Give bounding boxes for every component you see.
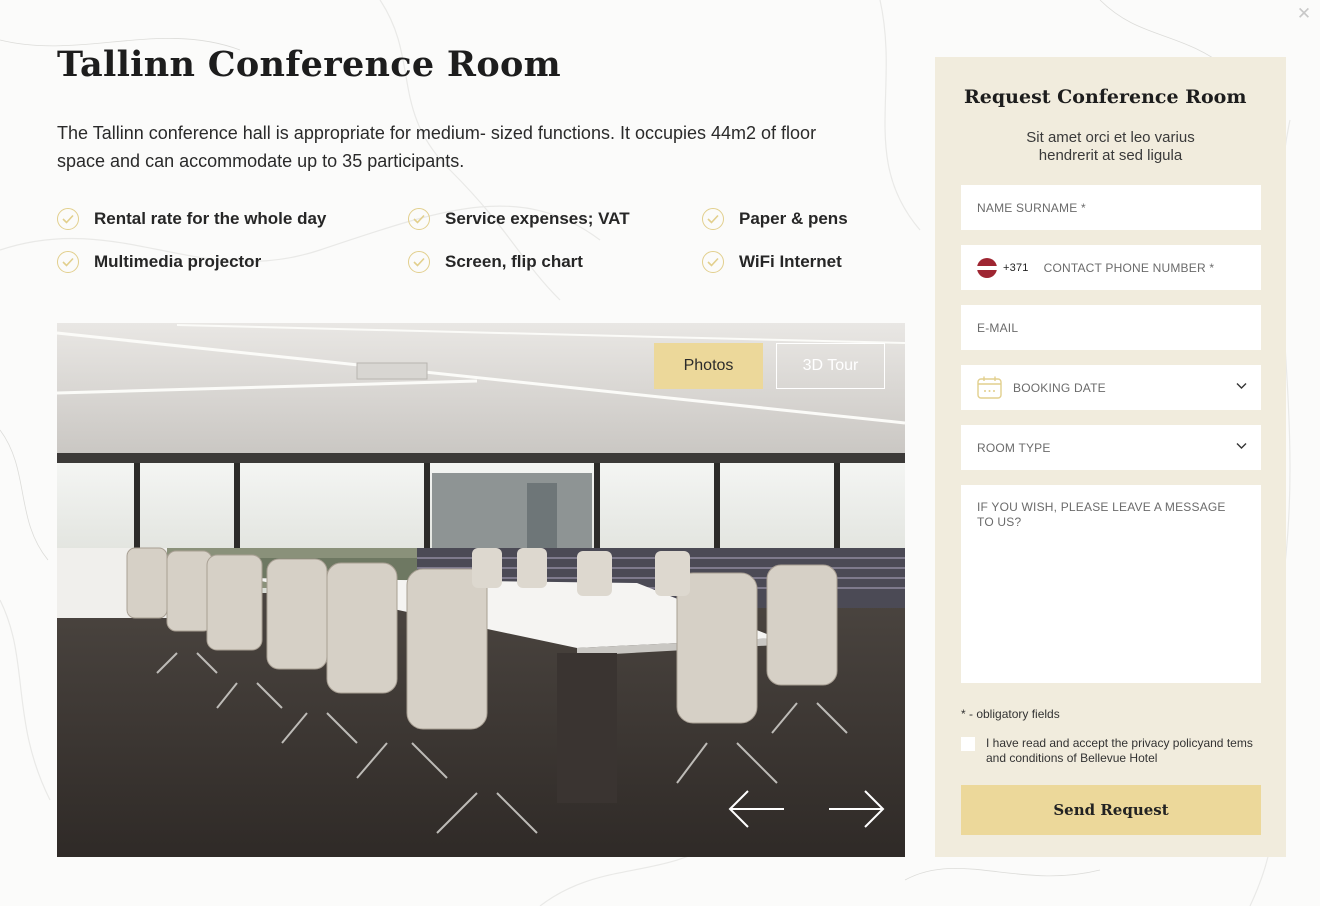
chevron-down-icon (1236, 383, 1247, 389)
check-circle-icon (408, 208, 430, 230)
message-textarea[interactable]: IF YOU WISH, PLEASE LEAVE A MESSAGE TO U… (961, 485, 1261, 683)
tab-photos[interactable]: Photos (654, 343, 763, 389)
feature-list: Rental rate for the whole day Service ex… (57, 206, 907, 286)
booking-date-placeholder: BOOKING DATE (1013, 380, 1106, 395)
feature-item: Multimedia projector (57, 249, 261, 275)
feature-label: WiFi Internet (739, 252, 842, 271)
form-title: Request Conference Room (964, 86, 1247, 108)
feature-label: Service expenses; VAT (445, 209, 630, 228)
obligatory-note: * - obligatory fields (961, 707, 1060, 721)
feature-item: Paper & pens (702, 206, 848, 232)
arrow-right-icon[interactable] (827, 789, 885, 829)
close-button[interactable]: ✕ (1295, 5, 1313, 23)
name-placeholder: NAME SURNAME * (977, 200, 1086, 215)
feature-item: WiFi Internet (702, 249, 842, 275)
booking-date-select[interactable]: BOOKING DATE (961, 365, 1261, 410)
check-circle-icon (702, 208, 724, 230)
tab-3d-tour[interactable]: 3D Tour (776, 343, 885, 389)
check-circle-icon (57, 251, 79, 273)
feature-item: Service expenses; VAT (408, 206, 630, 232)
feature-label: Screen, flip chart (445, 252, 583, 271)
room-type-select[interactable]: ROOM TYPE (961, 425, 1261, 470)
conference-room-photo (57, 323, 905, 857)
check-circle-icon (702, 251, 724, 273)
feature-label: Paper & pens (739, 209, 848, 228)
calendar-icon (977, 376, 1002, 399)
email-placeholder: E-MAIL (977, 320, 1019, 335)
feature-item: Screen, flip chart (408, 249, 583, 275)
check-circle-icon (57, 208, 79, 230)
room-type-placeholder: ROOM TYPE (977, 440, 1051, 455)
check-circle-icon (408, 251, 430, 273)
latvia-flag-icon[interactable] (977, 257, 997, 278)
chevron-down-icon (1236, 443, 1247, 449)
request-form-panel: Request Conference Room Sit amet orci et… (935, 57, 1286, 857)
email-field[interactable]: E-MAIL (961, 305, 1261, 350)
feature-item: Rental rate for the whole day (57, 206, 326, 232)
name-field[interactable]: NAME SURNAME * (961, 185, 1261, 230)
page-title: Tallinn Conference Room (57, 44, 561, 85)
feature-label: Multimedia projector (94, 252, 262, 271)
room-description: The Tallinn conference hall is appropria… (57, 123, 817, 171)
form-subtitle: Sit amet orci et leo varius hendrerit at… (1026, 129, 1195, 164)
send-request-button[interactable]: Send Request (961, 785, 1261, 835)
arrow-left-icon[interactable] (728, 789, 786, 829)
consent-checkbox[interactable] (961, 737, 975, 751)
consent-row: I have read and accept the privacy polic… (961, 736, 1261, 766)
consent-text: I have read and accept the privacy polic… (986, 736, 1253, 765)
phone-placeholder: CONTACT PHONE NUMBER * (1043, 260, 1215, 275)
feature-label: Rental rate for the whole day (94, 209, 327, 228)
phone-field[interactable]: +371 CONTACT PHONE NUMBER * (961, 245, 1261, 290)
message-placeholder: IF YOU WISH, PLEASE LEAVE A MESSAGE TO U… (977, 500, 1226, 529)
dial-code[interactable]: +371 (1003, 262, 1029, 274)
photo-gallery[interactable]: Photos 3D Tour (57, 323, 905, 857)
